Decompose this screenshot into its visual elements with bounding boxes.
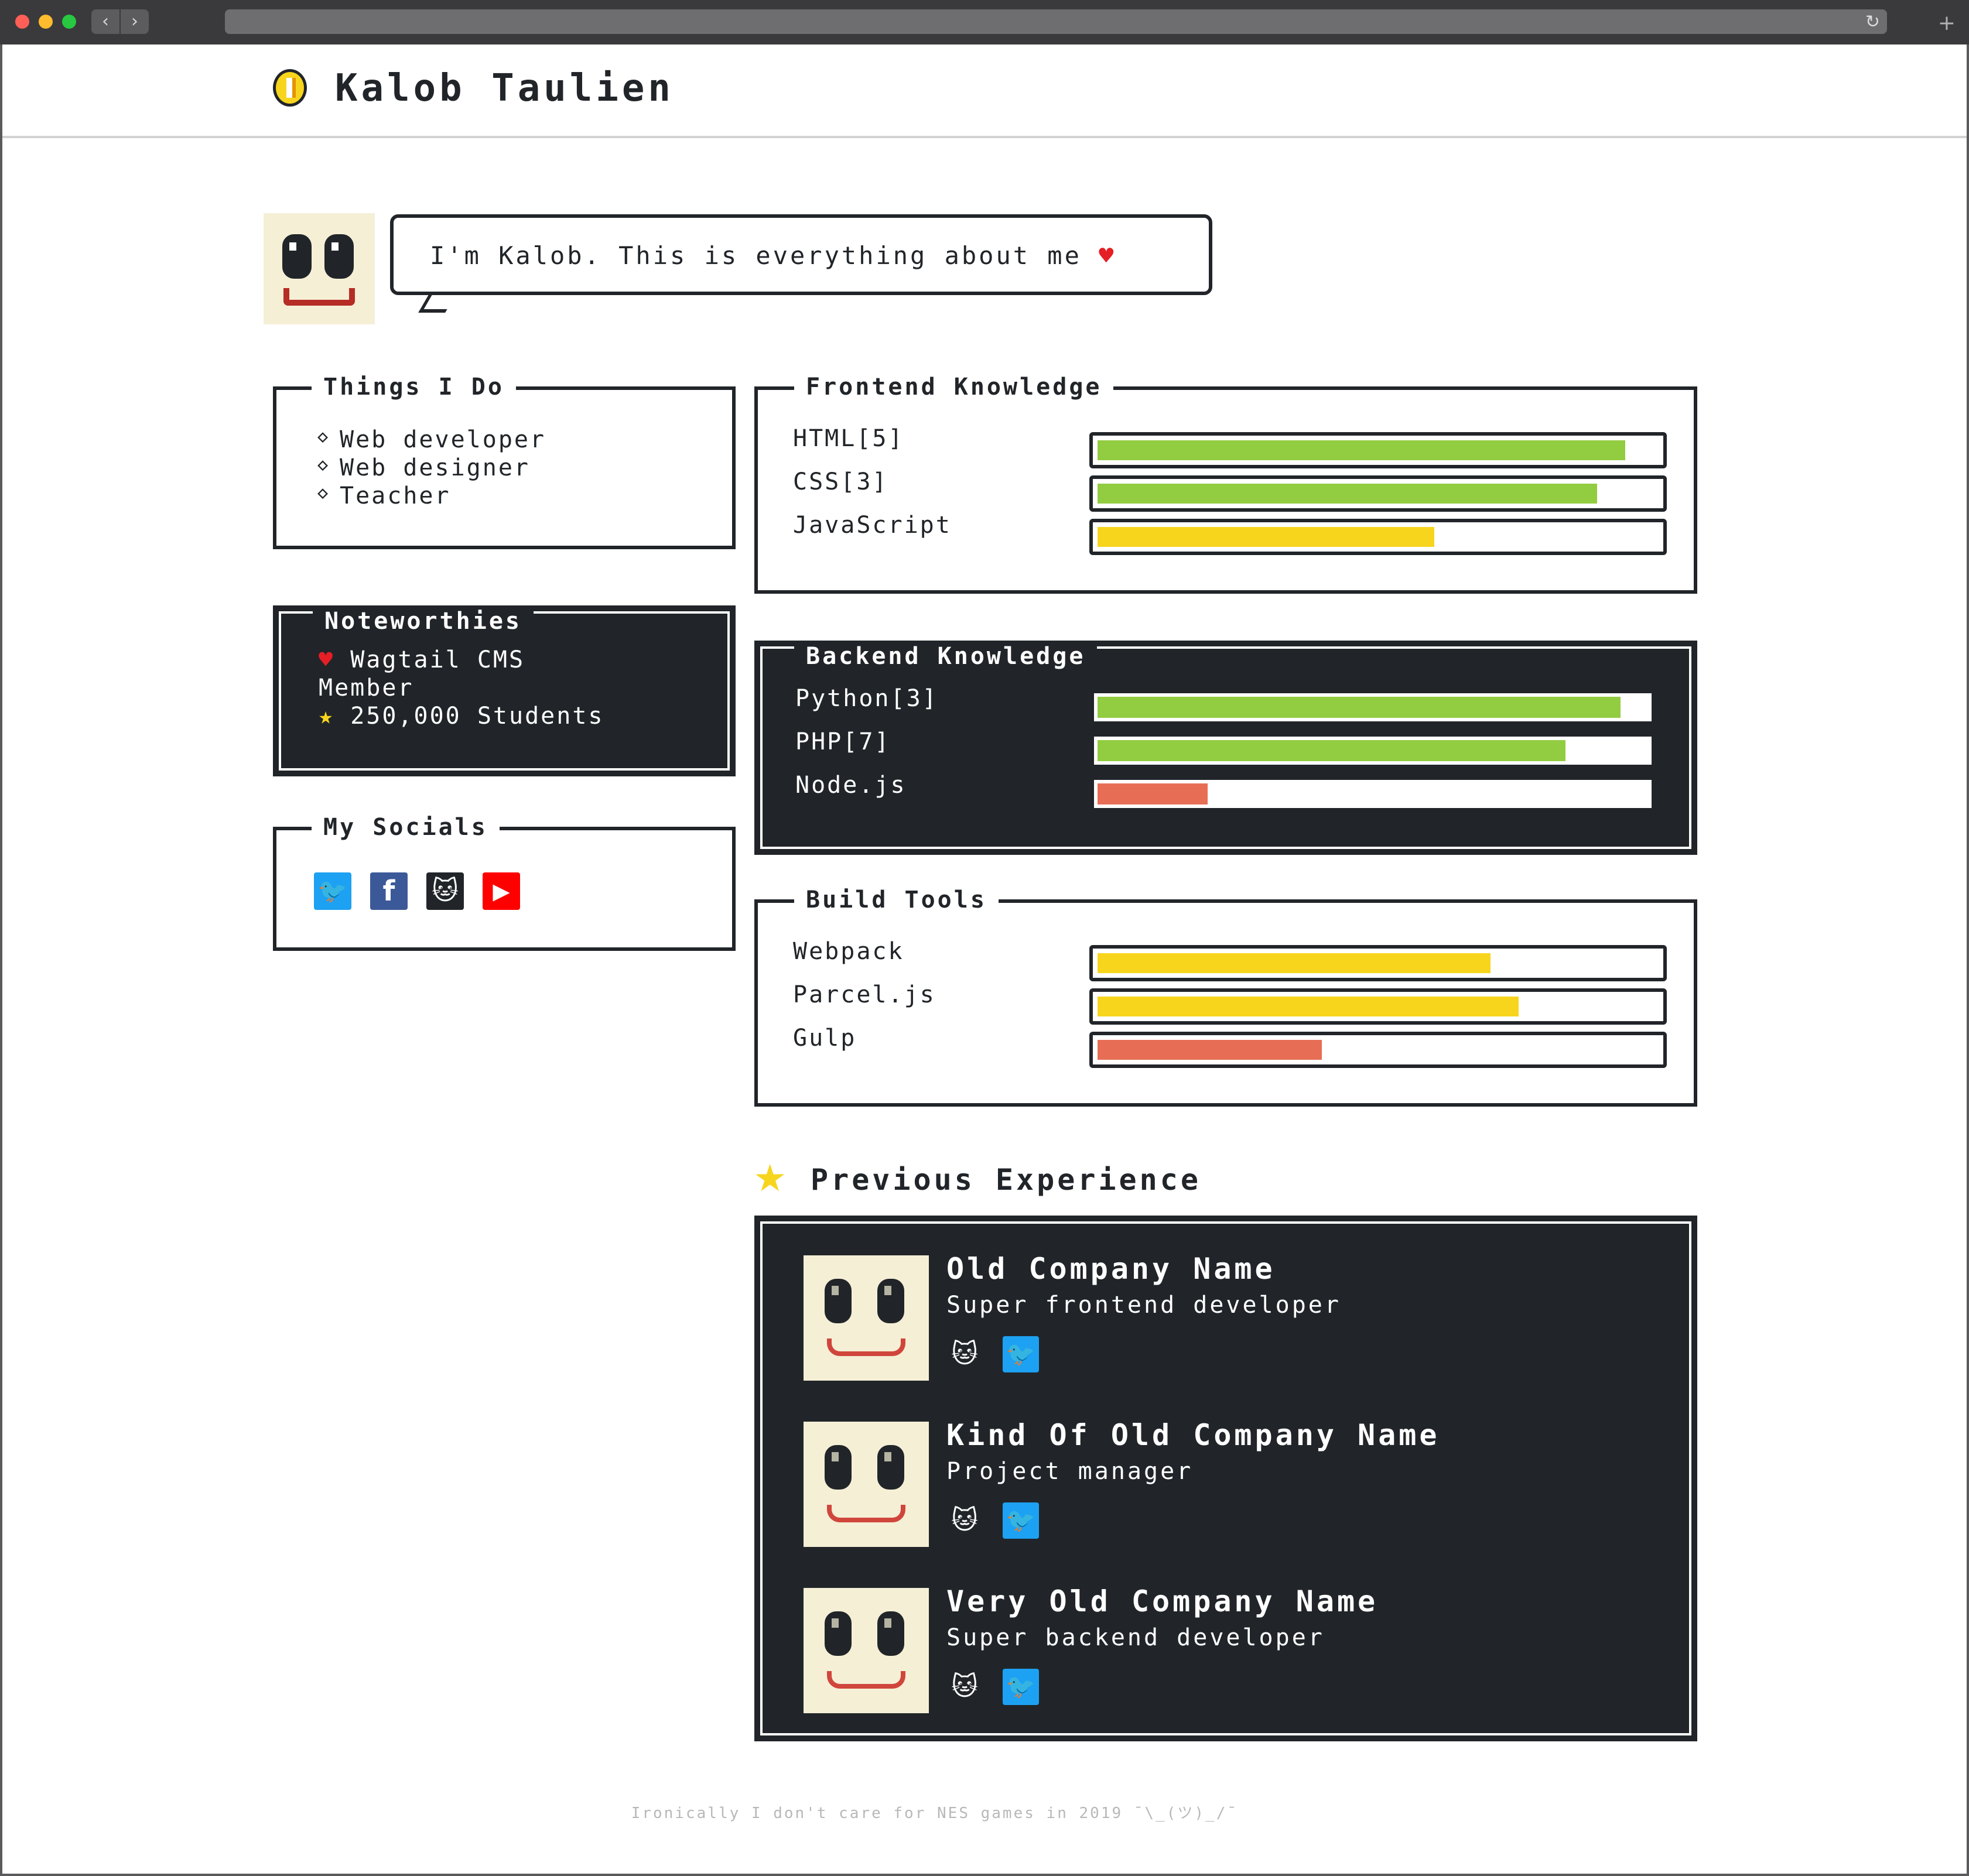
avatar-eye [324,234,354,279]
job-role: Super backend developer [946,1624,1325,1651]
avatar [264,213,375,324]
star-icon: ★ [753,1157,787,1200]
twitter-icon[interactable]: 🐦 [1003,1336,1039,1372]
job-role: Project manager [946,1458,1194,1485]
github-icon[interactable]: 🐱 [426,872,464,910]
github-icon[interactable]: 🐱 [946,1336,983,1372]
skill-label: JavaScript [793,512,952,539]
things-i-do-panel: Things I Do Web developer Web designer T… [273,374,736,549]
panel-title: Noteworthies [313,608,534,635]
progress-fill [1098,1040,1322,1060]
progress-fill [1098,484,1597,504]
back-icon[interactable]: ‹ [91,9,119,34]
company-name: Very Old Company Name [946,1584,1379,1618]
company-name: Old Company Name [946,1252,1276,1286]
progress-fill [1098,997,1519,1016]
progress-bar [1094,737,1652,765]
avatar-eye [282,234,312,279]
panel-title: Frontend Knowledge [794,374,1114,400]
progress-fill [1098,783,1208,805]
socials-panel: My Socials 🐦 f 🐱 ▶ [273,814,736,951]
heart-icon: ♥ [1099,241,1116,270]
panel-title: My Socials [312,814,500,841]
minimize-window-button[interactable] [39,15,53,29]
skill-label: Parcel.js [793,981,936,1008]
progress-bar [1089,988,1667,1025]
list-item: Web developer [317,426,546,453]
speech-balloon: I'm Kalob. This is everything about me ♥ [390,214,1212,295]
heart-icon: ♥ [319,646,335,673]
page-viewport: Kalob Taulien I'm Kalob. This is everyth… [2,44,1967,1874]
site-header: Kalob Taulien [2,44,1967,138]
skill-label: Webpack [793,938,904,965]
experience-panel: Old Company Name Super frontend develope… [754,1216,1697,1741]
progress-bar [1089,945,1667,981]
forward-icon[interactable]: › [121,9,149,34]
progress-bar [1089,1032,1667,1068]
company-avatar [804,1422,929,1547]
note-text: Member [319,675,414,701]
avatar-mouth [283,288,355,306]
twitter-icon[interactable]: 🐦 [1003,1669,1039,1705]
skill-label: PHP[7] [795,728,891,755]
speech-balloon-tail [418,293,457,313]
list-item: Teacher [317,482,451,509]
reload-icon[interactable]: ↻ [1865,12,1880,32]
list-item: Web designer [317,454,530,481]
noteworthies-panel: Noteworthies ♥ Wagtail CMS Member ★ 250,… [273,605,736,776]
youtube-icon[interactable]: ▶ [483,872,520,910]
site-title[interactable]: Kalob Taulien [335,67,674,110]
section-title: Previous Experience [811,1163,1201,1197]
panel-title: Build Tools [794,886,999,913]
progress-bar [1089,432,1667,468]
coin-icon [273,69,307,107]
skill-label: CSS[3] [793,468,888,495]
frontend-knowledge-panel: Frontend Knowledge HTML[5] CSS[3] JavaSc… [754,374,1697,594]
progress-fill [1098,440,1625,460]
facebook-icon[interactable]: f [370,872,408,910]
progress-fill [1098,953,1491,973]
new-tab-icon[interactable]: + [1933,12,1961,35]
panel-title: Backend Knowledge [794,643,1098,670]
panel-title: Things I Do [312,374,516,400]
note-item: ♥ Wagtail CMS [319,646,525,673]
backend-knowledge-panel: Backend Knowledge Python[3] PHP[7] Node.… [754,641,1697,855]
intro-message: I'm Kalob. This is everything about me ♥ [430,241,1116,270]
progress-bar [1089,475,1667,512]
footer-text: Ironically I don't care for NES games in… [631,1805,1238,1822]
progress-fill [1098,697,1621,718]
intro-text: I'm Kalob. This is everything about me [430,241,1082,270]
maximize-window-button[interactable] [62,15,76,29]
build-tools-panel: Build Tools Webpack Parcel.js Gulp [754,886,1697,1107]
note-item: ★ 250,000 Students [319,703,604,730]
star-icon: ★ [319,703,335,730]
browser-toolbar: ‹ › ↻ + [0,0,1969,44]
note-text: 250,000 Students [350,703,604,730]
skill-label: HTML[5] [793,425,904,452]
close-window-button[interactable] [15,15,29,29]
skill-label: Gulp [793,1025,857,1052]
company-name: Kind Of Old Company Name [946,1418,1440,1452]
address-bar[interactable]: ↻ [225,9,1887,34]
progress-fill [1098,740,1565,761]
progress-bar [1094,693,1652,721]
github-icon[interactable]: 🐱 [946,1502,983,1539]
note-text: Wagtail CMS [350,646,525,673]
twitter-icon[interactable]: 🐦 [1003,1502,1039,1539]
progress-bar [1094,780,1652,808]
github-icon[interactable]: 🐱 [946,1669,983,1705]
progress-bar [1089,519,1667,555]
skill-label: Node.js [795,772,907,799]
company-avatar [804,1255,929,1381]
skill-label: Python[3] [795,685,938,712]
company-avatar [804,1588,929,1713]
job-role: Super frontend developer [946,1292,1341,1319]
twitter-icon[interactable]: 🐦 [314,872,351,910]
progress-fill [1098,527,1434,547]
